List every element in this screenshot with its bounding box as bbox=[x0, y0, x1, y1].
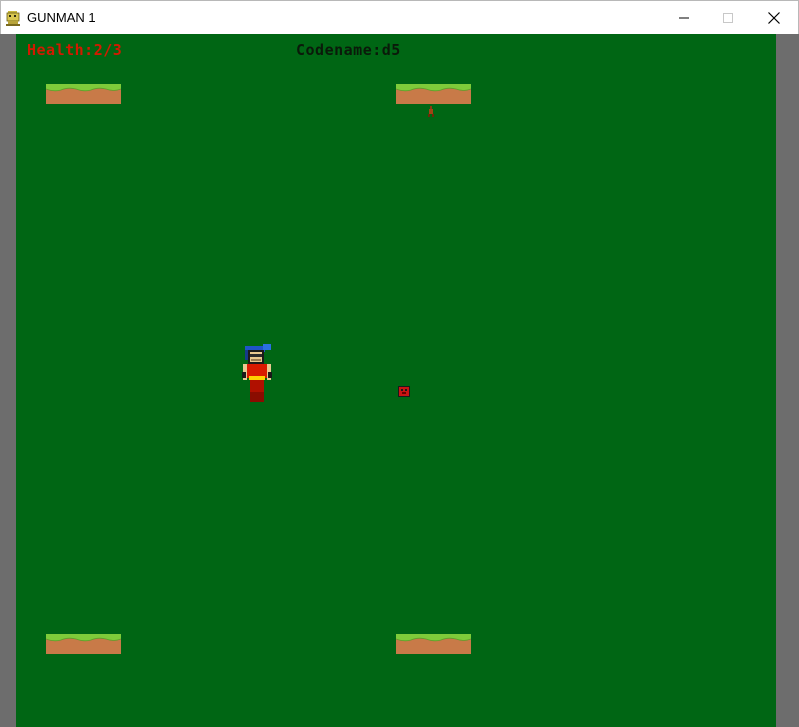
python-icon bbox=[6, 11, 20, 26]
platform-top-left bbox=[46, 84, 121, 104]
health-readout: Health:2/3 bbox=[27, 41, 123, 59]
game-canvas[interactable]: Health:2/3 Codename:d5 bbox=[16, 34, 776, 727]
platform-top-right bbox=[396, 84, 471, 104]
minimize-icon bbox=[679, 17, 689, 19]
game-window: GUNMAN 1 Health:2/3 Codename:d5 bbox=[0, 0, 799, 727]
minimize-button[interactable] bbox=[661, 1, 707, 35]
window-left-border bbox=[0, 34, 16, 727]
enemy-drone bbox=[398, 386, 410, 397]
window-title: GUNMAN 1 bbox=[27, 10, 96, 25]
maximize-icon bbox=[723, 13, 733, 23]
platform-bottom-left bbox=[46, 634, 121, 654]
small-projectile bbox=[428, 106, 434, 117]
close-icon bbox=[768, 12, 780, 24]
maximize-button[interactable] bbox=[705, 1, 751, 35]
player-gunman bbox=[242, 344, 272, 402]
title-bar[interactable]: GUNMAN 1 bbox=[0, 0, 799, 34]
window-right-border bbox=[776, 34, 799, 727]
platform-bottom-right bbox=[396, 634, 471, 654]
codename-readout: Codename:d5 bbox=[296, 41, 401, 59]
close-button[interactable] bbox=[751, 1, 797, 35]
